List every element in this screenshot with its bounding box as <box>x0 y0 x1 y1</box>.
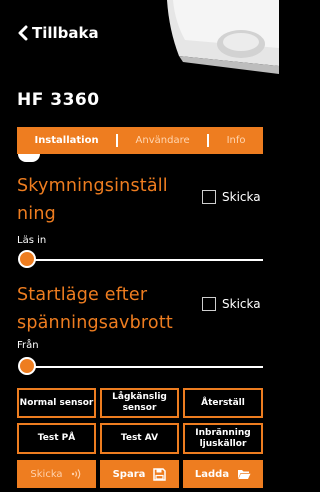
slider-thumb[interactable] <box>18 357 36 375</box>
chevron-left-icon <box>18 25 28 41</box>
back-button[interactable]: Tillbaka <box>16 22 99 44</box>
startup-value-label: Från <box>17 340 39 351</box>
folder-icon <box>238 470 251 479</box>
dusk-slider[interactable] <box>17 249 263 271</box>
checkbox-box[interactable] <box>202 297 216 311</box>
button-label: sensor <box>122 403 157 413</box>
wireless-signal-icon <box>71 469 80 479</box>
startup-setting-title: Startläge efter spänningsavbrott <box>17 281 173 337</box>
send-label: Skicka <box>30 468 63 480</box>
checkbox-label: Skicka <box>222 190 261 204</box>
reset-button[interactable]: Återställ <box>183 388 263 418</box>
tab-installation[interactable]: Installation <box>17 135 116 146</box>
slider-track[interactable] <box>25 259 263 261</box>
load-label: Ladda <box>194 468 230 480</box>
back-label: Tillbaka <box>32 24 99 42</box>
button-label: Normal sensor <box>19 397 94 408</box>
dusk-value-label: Läs in <box>17 235 47 246</box>
load-button[interactable]: Ladda <box>183 460 263 488</box>
setting-title-line: ning <box>17 204 56 224</box>
button-label: Återställ <box>201 397 245 408</box>
normal-sensor-button[interactable]: Normal sensor <box>17 388 96 418</box>
burn-in-button[interactable]: Inbränning ljuskällor <box>183 423 263 454</box>
test-off-button[interactable]: Test AV <box>100 423 179 454</box>
dusk-setting-title: Skymningsinställ ning <box>17 172 168 228</box>
button-label: Test PÅ <box>37 433 76 443</box>
tab-info[interactable]: Info <box>209 135 263 146</box>
slider-track[interactable] <box>25 366 263 368</box>
device-image <box>159 0 279 74</box>
setting-title-line: spänningsavbrott <box>17 313 173 333</box>
slider-thumb[interactable] <box>18 250 36 268</box>
setting-title-line: Skymningsinställ <box>17 176 168 196</box>
button-label: Test AV <box>120 433 159 443</box>
save-button[interactable]: Spara <box>100 460 179 488</box>
floppy-disk-icon <box>153 467 167 481</box>
checkbox-box[interactable] <box>202 190 216 204</box>
button-label: Inbränning <box>195 427 251 438</box>
tab-anvandare[interactable]: Användare <box>118 135 207 146</box>
scrolled-slider-thumb <box>18 154 40 162</box>
startup-slider[interactable] <box>17 356 263 378</box>
low-sensitive-sensor-button[interactable]: Lågkänslig sensor <box>100 388 179 418</box>
tab-bar: Installation Användare Info <box>17 127 263 154</box>
save-label: Spara <box>112 468 146 480</box>
checkbox-label: Skicka <box>222 297 261 311</box>
button-label: ljuskällor <box>199 438 247 449</box>
page-title: HF 3360 <box>17 90 100 110</box>
setting-title-line: Startläge efter <box>17 285 148 305</box>
test-on-button[interactable]: Test PÅ <box>17 423 96 454</box>
send-button[interactable]: Skicka <box>17 460 96 488</box>
startup-send-checkbox[interactable]: Skicka <box>202 297 261 311</box>
dusk-send-checkbox[interactable]: Skicka <box>202 190 261 204</box>
button-label: Lågkänslig <box>112 392 167 402</box>
